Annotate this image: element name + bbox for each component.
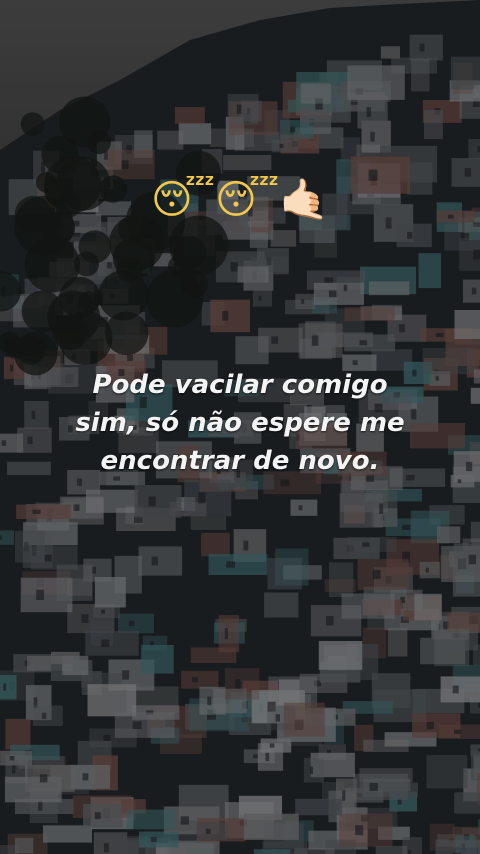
emoji-sticker: 😴😴🤙🏻 xyxy=(150,177,330,223)
caption-line: Pode vacilar comigo xyxy=(92,370,388,400)
caption-line: sim, só não espere me xyxy=(75,408,405,438)
caption-line: encontrar de novo. xyxy=(100,446,380,476)
caption-text: Pode vacilar comigo sim, só não espere m… xyxy=(40,366,440,480)
